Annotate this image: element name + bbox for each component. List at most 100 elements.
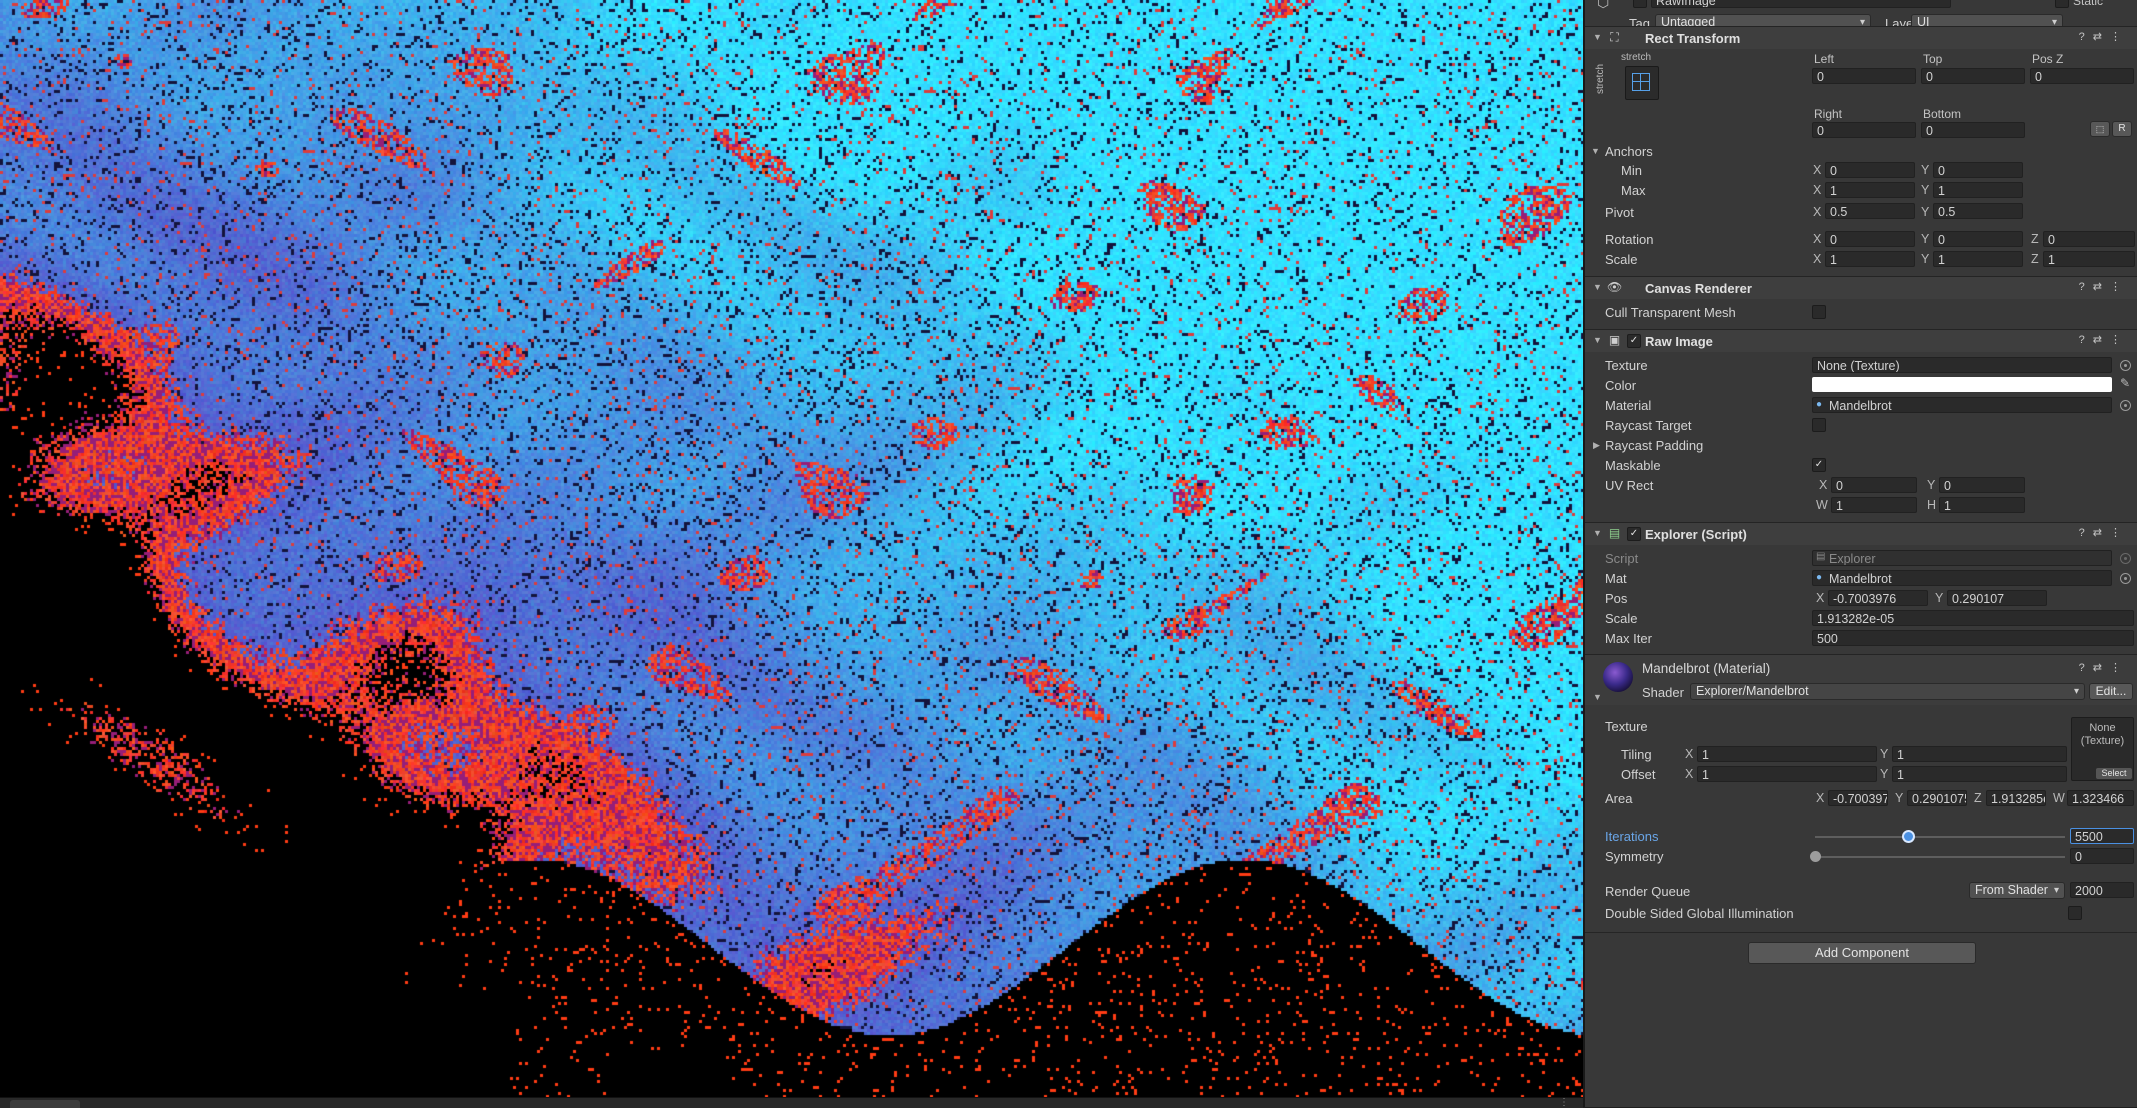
pivot-y-field[interactable]: 0.5 [1933,203,2023,219]
render-queue-field[interactable]: 2000 [2070,882,2134,898]
symmetry-slider-thumb[interactable] [1810,851,1821,862]
anchor-preset-label: stretch [1621,52,1652,63]
object-name-field[interactable]: RawImage [1651,0,1951,8]
right-field[interactable]: 0 [1812,122,1916,138]
fold-arrow-icon[interactable]: ▼ [1593,32,1602,42]
raycast-padding-label[interactable]: Raycast Padding [1605,438,1703,453]
pivot-x-field[interactable]: 0.5 [1825,203,1915,219]
tiling-x-field[interactable]: 1 [1697,746,1877,762]
iterations-slider-thumb[interactable] [1901,830,1915,843]
object-picker-icon[interactable] [2120,360,2131,371]
posz-field[interactable]: 0 [2030,68,2134,84]
shader-edit-button[interactable]: Edit... [2089,683,2133,700]
rotation-x-field[interactable]: 0 [1825,231,1915,247]
anchor-preset-button[interactable] [1625,66,1659,100]
fold-arrow-icon[interactable]: ▼ [1593,335,1602,345]
component-actions[interactable]: ?⇄⋮ [2079,333,2129,346]
fold-arrow-icon[interactable]: ▼ [1593,282,1602,292]
cull-checkbox[interactable] [1812,305,1826,319]
anchor-min-x-field[interactable]: 0 [1825,162,1915,178]
anchor-max-x-field[interactable]: 1 [1825,182,1915,198]
mat-texture-label: Texture [1605,719,1648,734]
scale-label: Scale [1605,252,1638,267]
texture-label: Texture [1605,358,1648,373]
component-actions[interactable]: ?⇄⋮ [2079,30,2129,43]
uv-w-field[interactable]: 1 [1831,497,1917,513]
anchor-max-y-field[interactable]: 1 [1933,182,2023,198]
component-actions[interactable]: ?⇄⋮ [2079,526,2129,539]
object-picker-icon[interactable] [2120,573,2131,584]
area-z-field[interactable]: 1.913285e [1986,790,2046,806]
script-file-icon: ▤ [1816,551,1826,562]
dsgi-checkbox[interactable] [2068,906,2082,920]
raw-image-header[interactable]: ▼ ▣ ✓ Raw Image ?⇄⋮ [1585,329,2137,352]
canvas-renderer-header[interactable]: ▼ 👁 Canvas Renderer ?⇄⋮ [1585,276,2137,299]
component-actions[interactable]: ?⇄⋮ [2079,661,2129,674]
expand-arrow-icon[interactable]: ▶ [1593,440,1600,451]
component-title: Rect Transform [1645,31,1741,46]
anchor-min-y-field[interactable]: 0 [1933,162,2023,178]
eyedropper-icon[interactable]: ✎ [2120,376,2130,390]
left-field[interactable]: 0 [1812,68,1916,84]
render-queue-dropdown[interactable]: From Shader [1969,882,2065,899]
gameobject-icon: ⬡ [1597,0,1610,10]
uv-h-field[interactable]: 1 [1939,497,2025,513]
raw-edit-button[interactable]: R [2112,121,2132,137]
iterations-field[interactable]: 5500 [2070,828,2134,844]
tiling-y-field[interactable]: 1 [1892,746,2067,762]
scale-y-field[interactable]: 1 [1933,251,2023,267]
bottom-field[interactable]: 0 [1921,122,2025,138]
pos-x-field[interactable]: -0.7003976 [1828,590,1928,606]
blueprint-mode-button[interactable]: ⬚ [2090,121,2110,137]
mat-field[interactable]: Mandelbrot [1812,570,2112,586]
explorer-script-header[interactable]: ▼ ▤ ✓ Explorer (Script) ?⇄⋮ [1585,522,2137,545]
color-label: Color [1605,378,1637,393]
offset-y-field[interactable]: 1 [1892,766,2067,782]
component-title: Explorer (Script) [1645,527,1747,542]
eye-icon: 👁 [1607,280,1623,294]
fold-arrow-icon[interactable]: ▼ [1593,528,1602,538]
scale-x-field[interactable]: 1 [1825,251,1915,267]
mandelbrot-render [0,0,1583,1100]
symmetry-field[interactable]: 0 [2070,848,2134,864]
uv-y-field[interactable]: 0 [1939,477,2025,493]
area-w-field[interactable]: 1.323466 [2067,790,2134,806]
rotation-y-field[interactable]: 0 [1933,231,2023,247]
symmetry-slider-track[interactable] [1815,856,2065,858]
fold-arrow-icon[interactable]: ▼ [1593,692,1602,702]
dsgi-label: Double Sided Global Illumination [1605,906,1794,921]
object-picker-icon[interactable] [2120,400,2131,411]
component-actions[interactable]: ?⇄⋮ [2079,280,2129,293]
pos-label: Pos [1605,591,1628,606]
scale-z-field[interactable]: 1 [2043,251,2135,267]
area-y-field[interactable]: 0.2901075 [1907,790,1967,806]
pos-y-field[interactable]: 0.290107 [1947,590,2047,606]
iterations-slider-track[interactable] [1815,836,2065,838]
material-field[interactable]: Mandelbrot [1812,397,2112,413]
maxiter-field[interactable]: 500 [1812,630,2134,646]
maskable-checkbox[interactable]: ✓ [1812,458,1826,472]
area-x-field[interactable]: -0.700397 [1828,790,1888,806]
add-component-button[interactable]: Add Component [1748,942,1976,964]
offset-x-field[interactable]: 1 [1697,766,1877,782]
anchors-label: Anchors [1605,144,1653,159]
uv-x-field[interactable]: 0 [1831,477,1917,493]
scale-field[interactable]: 1.913282e-05 [1812,610,2134,626]
material-preview-icon [1603,662,1633,692]
component-enabled-checkbox[interactable]: ✓ [1627,527,1641,541]
static-checkbox[interactable] [2055,0,2069,8]
texture-field[interactable]: None (Texture) [1812,357,2112,373]
active-checkbox[interactable] [1633,0,1647,8]
texture-select-button[interactable]: Select [2095,767,2133,780]
rotation-z-field[interactable]: 0 [2043,231,2135,247]
more-menu-icon[interactable]: ⋮ [1559,1097,1569,1108]
color-swatch[interactable] [1812,377,2112,392]
raycast-target-checkbox[interactable] [1812,418,1826,432]
anchors-fold-icon[interactable]: ▼ [1591,146,1600,156]
top-field[interactable]: 0 [1921,68,2025,84]
shader-dropdown[interactable]: Explorer/Mandelbrot [1690,683,2085,700]
game-view[interactable] [0,0,1583,1100]
rect-transform-header[interactable]: ▼ ⛶ Rect Transform ?⇄⋮ [1585,26,2137,49]
posz-label: Pos Z [2032,52,2064,66]
component-enabled-checkbox[interactable]: ✓ [1627,334,1641,348]
